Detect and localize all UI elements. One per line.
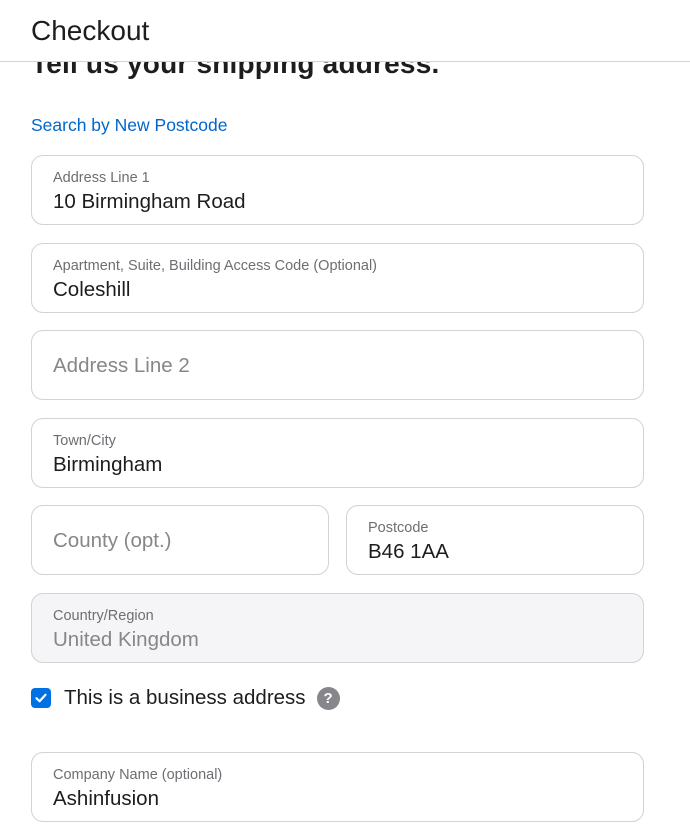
address-line-2-field[interactable]: Address Line 2 xyxy=(31,330,644,400)
business-address-checkbox[interactable] xyxy=(31,688,51,708)
country-region-label: Country/Region xyxy=(53,608,154,624)
business-address-label[interactable]: This is a business address xyxy=(64,686,306,710)
postcode-field[interactable]: Postcode B46 1AA xyxy=(346,505,644,575)
apartment-value: Coleshill xyxy=(53,278,131,301)
county-field[interactable]: County (opt.) xyxy=(31,505,329,575)
page-title: Checkout xyxy=(31,15,150,46)
country-region-value: United Kingdom xyxy=(53,628,199,651)
company-name-label: Company Name (optional) xyxy=(53,767,223,783)
search-by-postcode-link[interactable]: Search by New Postcode xyxy=(31,115,228,136)
apartment-label: Apartment, Suite, Building Access Code (… xyxy=(53,258,377,274)
town-city-field[interactable]: Town/City Birmingham xyxy=(31,418,644,488)
address-line-1-label: Address Line 1 xyxy=(53,170,150,186)
town-city-label: Town/City xyxy=(53,433,116,449)
address-line-2-placeholder: Address Line 2 xyxy=(53,354,190,377)
company-name-value: Ashinfusion xyxy=(53,787,159,810)
business-address-row: This is a business address ? xyxy=(31,684,340,712)
checkmark-icon xyxy=(35,693,47,703)
address-line-1-field[interactable]: Address Line 1 10 Birmingham Road xyxy=(31,155,644,225)
country-region-field: Country/Region United Kingdom xyxy=(31,593,644,663)
town-city-value: Birmingham xyxy=(53,453,163,476)
address-line-1-value: 10 Birmingham Road xyxy=(53,190,246,213)
checkout-page: Tell us your shipping address. Checkout … xyxy=(0,0,690,838)
postcode-value: B46 1AA xyxy=(368,540,449,563)
postcode-label: Postcode xyxy=(368,520,429,536)
question-mark-icon[interactable]: ? xyxy=(316,686,340,710)
county-placeholder: County (opt.) xyxy=(53,529,172,552)
apartment-field[interactable]: Apartment, Suite, Building Access Code (… xyxy=(31,243,644,313)
company-name-field[interactable]: Company Name (optional) Ashinfusion xyxy=(31,752,644,822)
header-bar: Checkout xyxy=(0,0,690,62)
